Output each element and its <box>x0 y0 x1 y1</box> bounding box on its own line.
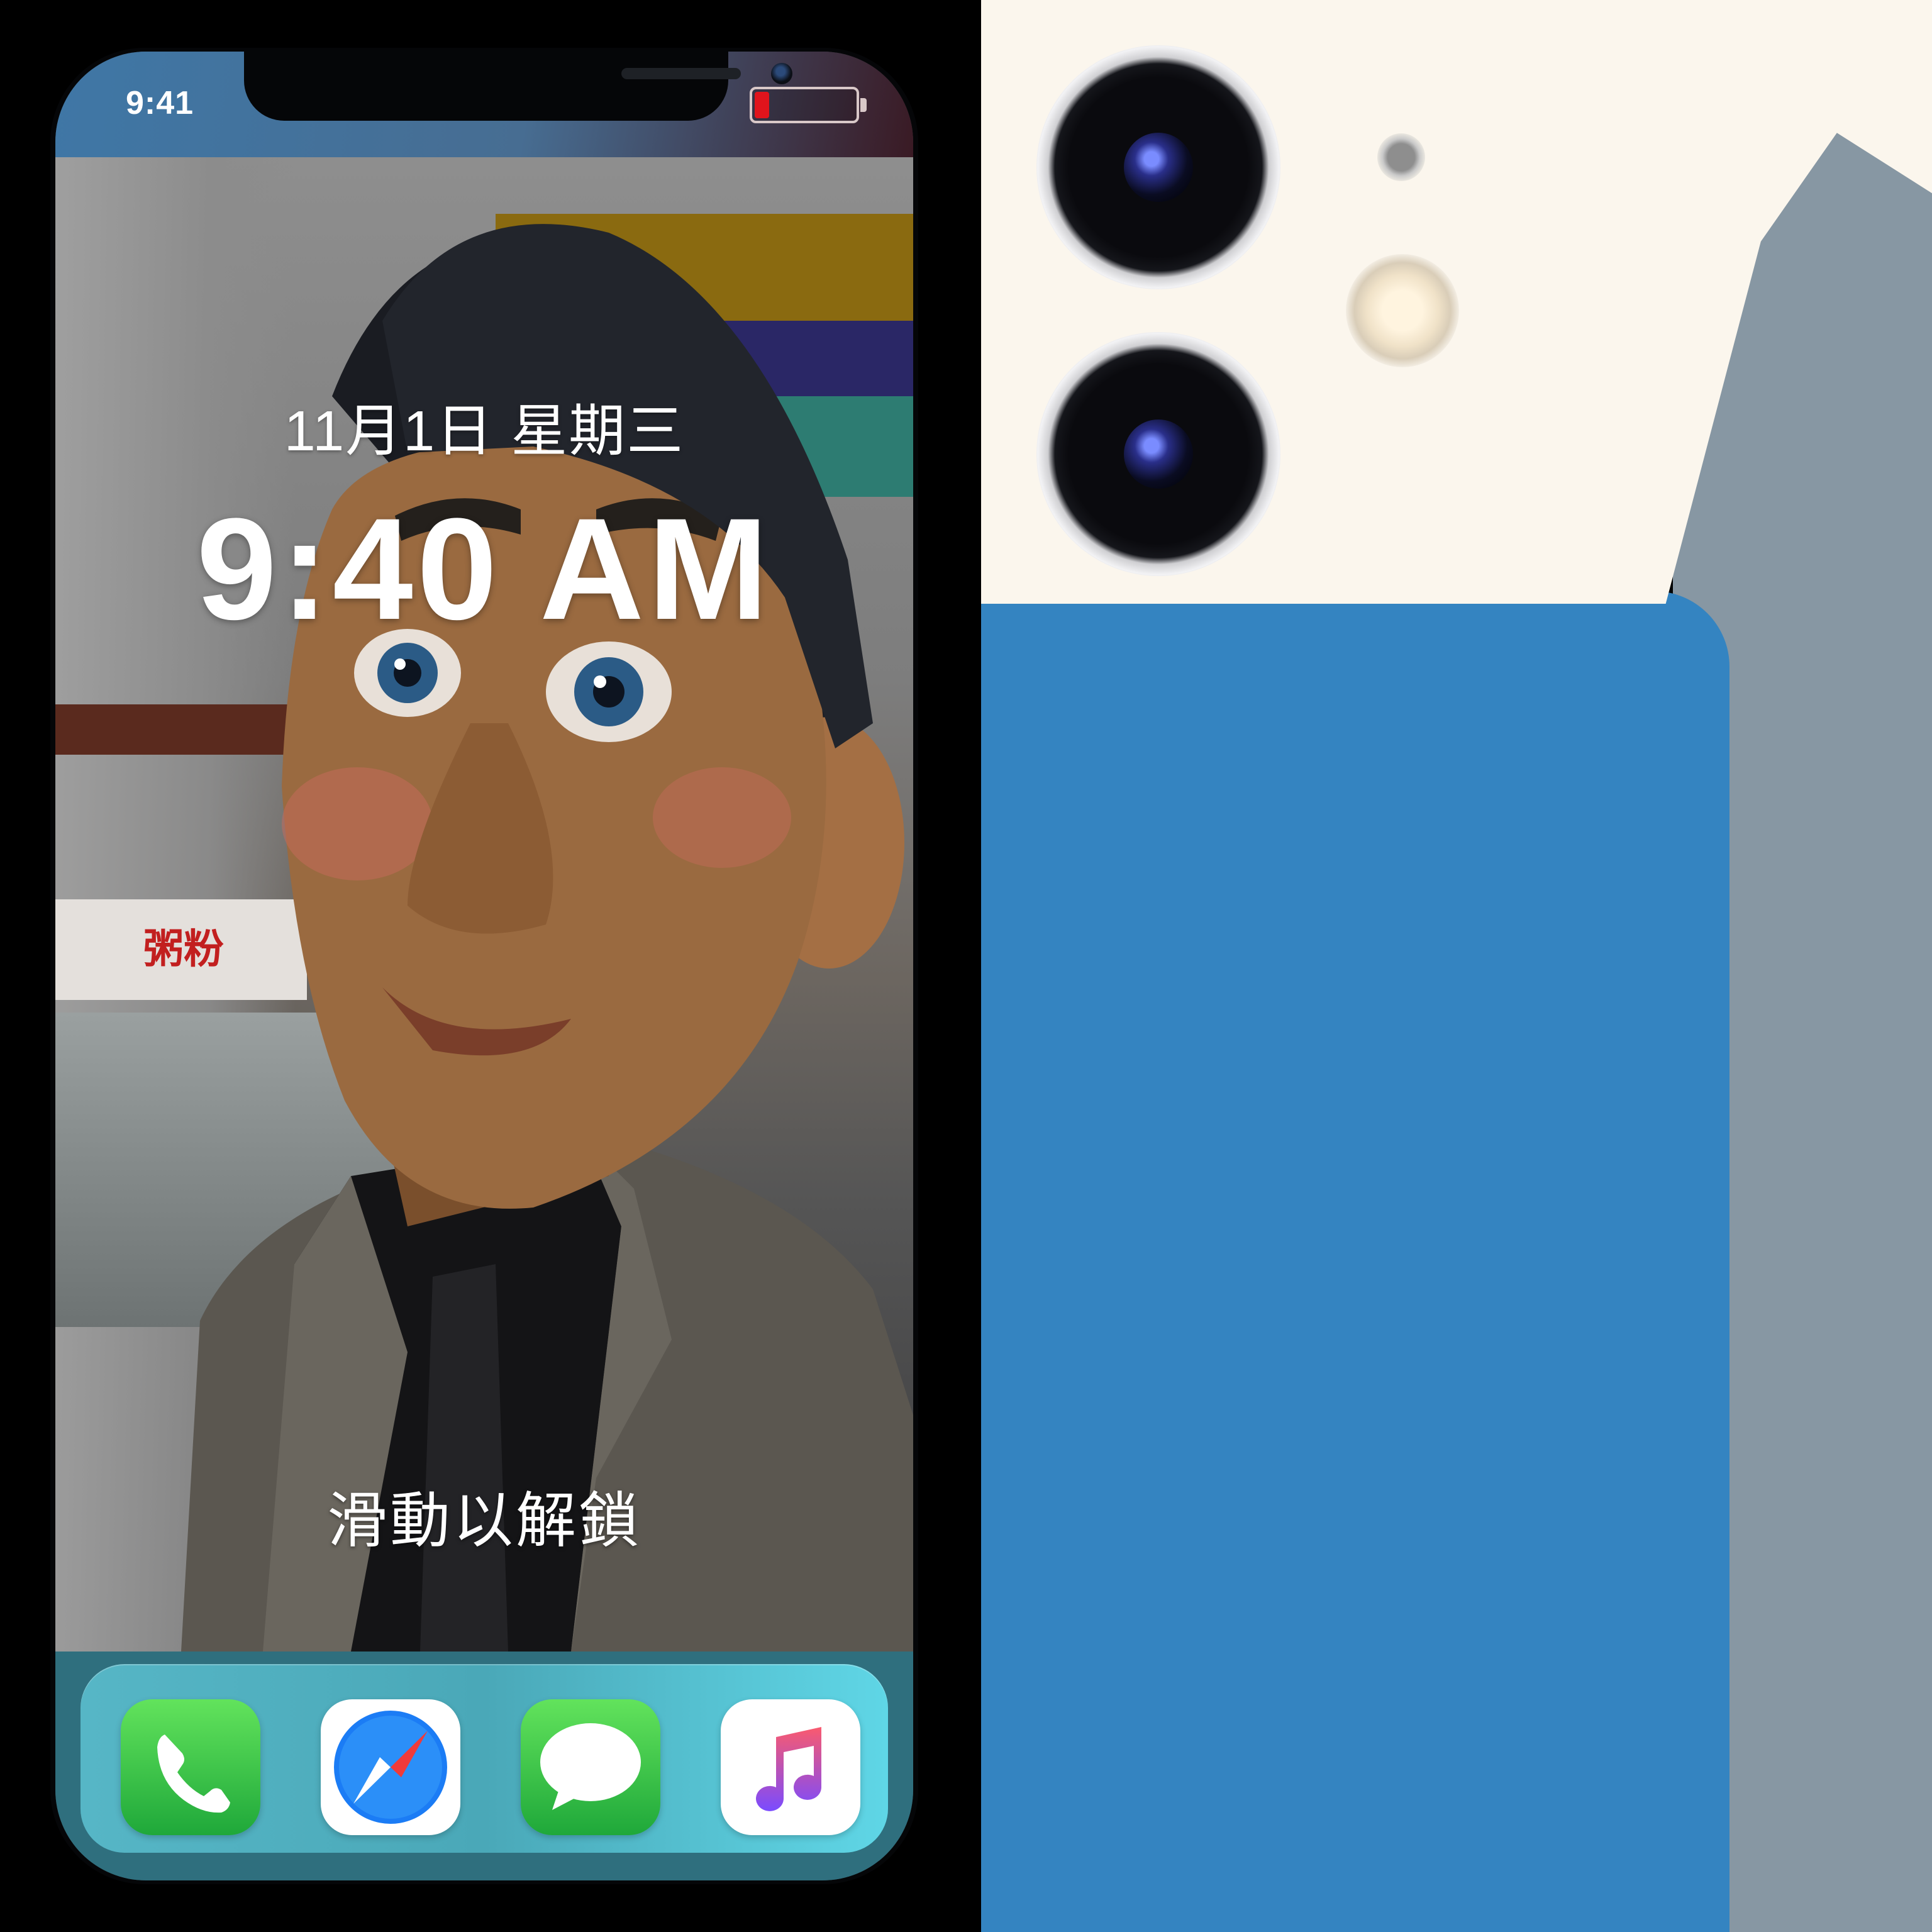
lock-screen-time: 9:40 AM <box>196 488 772 650</box>
battery-tip <box>860 98 867 112</box>
status-time: 9:41 <box>126 85 194 121</box>
dock-area <box>55 1652 913 1880</box>
messages-app-button[interactable] <box>521 1699 660 1835</box>
phone-back <box>981 0 1932 1932</box>
status-bar: 9:41 <box>55 52 913 157</box>
earpiece-speaker <box>621 68 741 79</box>
rear-camera-lens-icon <box>1036 45 1280 289</box>
rear-microphone-icon <box>1377 133 1425 181</box>
flash-icon <box>1346 254 1459 367</box>
lock-screen[interactable]: 9:41 粥粉 11月1日 星期三 9:40 AM 滑動以解鎖 <box>55 52 913 1880</box>
lens-element <box>1124 419 1193 489</box>
music-app-button[interactable] <box>721 1699 860 1835</box>
rear-camera-lens-icon <box>1036 332 1280 576</box>
back-panel <box>981 591 1729 1932</box>
notch <box>244 52 792 121</box>
dock <box>80 1664 888 1853</box>
battery-level <box>755 92 770 118</box>
avatar-wallpaper-image <box>181 224 913 1652</box>
messages-app-icon <box>540 1723 641 1810</box>
slide-to-unlock[interactable]: 滑動以解鎖 <box>55 1472 913 1559</box>
music-app-icon <box>756 1727 821 1811</box>
phone-app-button[interactable] <box>121 1699 260 1835</box>
lock-screen-date: 11月1日 星期三 <box>284 400 685 463</box>
lens-element <box>1124 133 1193 202</box>
phone-front: 9:41 粥粉 11月1日 星期三 9:40 AM 滑動以解鎖 <box>50 48 918 1884</box>
safari-app-button[interactable] <box>321 1699 460 1835</box>
front-camera-icon <box>771 63 792 84</box>
wallpaper: 粥粉 <box>55 157 913 1652</box>
safari-app-icon <box>334 1711 447 1824</box>
battery-icon <box>750 87 859 123</box>
phone-app-icon <box>157 1735 230 1813</box>
